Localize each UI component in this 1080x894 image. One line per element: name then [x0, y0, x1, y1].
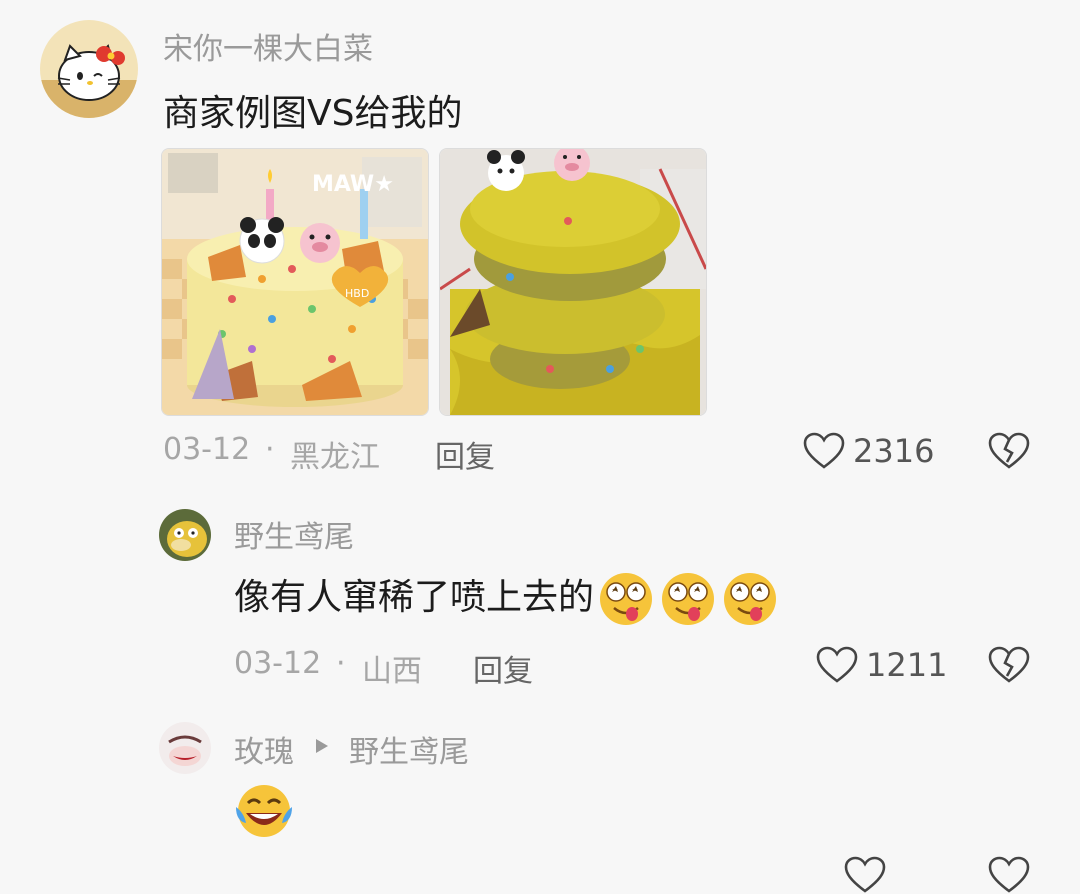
avatar-psyduck[interactable]: [159, 509, 211, 561]
avatar-rose[interactable]: [159, 722, 211, 774]
dizzy-tongue-face-emoji: [600, 573, 653, 625]
comment-username[interactable]: 宋你一棵大白菜: [163, 24, 373, 68]
dislike-broken-heart-icon[interactable]: [988, 856, 1030, 894]
like-heart-icon[interactable]: [803, 432, 845, 470]
cake-sign-text: HBD: [345, 287, 369, 300]
dislike-broken-heart-icon[interactable]: [988, 432, 1030, 470]
avatar-hello-kitty[interactable]: [40, 20, 138, 118]
image-watermark-text: MAW★: [312, 172, 394, 197]
like-heart-icon[interactable]: [844, 856, 886, 894]
reply-arrow-icon: [316, 739, 328, 753]
comment-location: 黑龙江: [290, 440, 380, 475]
comment-username[interactable]: 玫瑰: [234, 727, 294, 771]
laughing-tears-emoji: [236, 785, 292, 837]
reply-to-username[interactable]: 野生鸢尾: [349, 727, 469, 771]
dizzy-tongue-face-emoji: [724, 573, 777, 625]
meta-separator: ·: [265, 432, 275, 467]
comment-date: 03-12: [163, 432, 251, 467]
dislike-broken-heart-icon[interactable]: [988, 646, 1030, 684]
comment-text: 商家例图VS给我的: [163, 93, 463, 134]
reply-button[interactable]: 回复: [435, 432, 495, 476]
reply-button[interactable]: 回复: [473, 646, 533, 690]
comment-text: 像有人窜稀了喷上去的: [234, 577, 595, 618]
comment-location: 山西: [362, 654, 422, 689]
like-count: 2316: [853, 432, 935, 470]
dizzy-tongue-face-emoji: [662, 573, 715, 625]
like-heart-icon[interactable]: [816, 646, 858, 684]
comment-text-row: 像有人窜稀了喷上去的: [234, 568, 780, 628]
received-cake-image[interactable]: [439, 148, 707, 416]
merchant-example-cake-image[interactable]: HBD MAW★: [161, 148, 429, 416]
like-count: 1211: [866, 646, 948, 684]
comment-date: 03-12: [234, 646, 322, 681]
emoji-row: [594, 573, 780, 625]
comment-username[interactable]: 野生鸢尾: [234, 512, 354, 556]
meta-separator: ·: [336, 646, 346, 681]
